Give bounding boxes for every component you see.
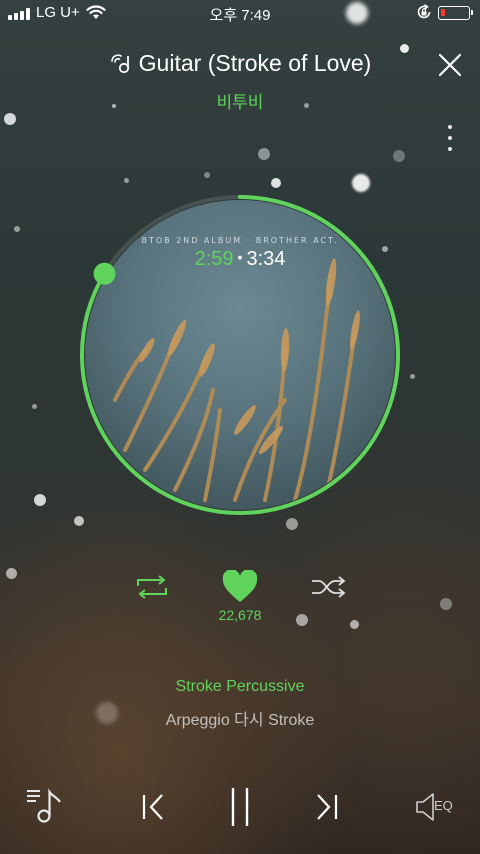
shuffle-icon bbox=[312, 576, 346, 598]
song-title: Guitar (Stroke of Love) bbox=[109, 50, 372, 77]
equalizer-button[interactable]: EQ bbox=[414, 790, 462, 824]
pause-button[interactable] bbox=[226, 786, 254, 828]
status-bar: LG U+ 오후 7:49 bbox=[0, 0, 480, 26]
rotation-lock-icon bbox=[417, 4, 431, 19]
close-icon bbox=[438, 53, 462, 77]
like-count: 22,678 bbox=[218, 607, 262, 623]
close-button[interactable] bbox=[436, 51, 464, 79]
previous-button[interactable] bbox=[140, 792, 168, 822]
pause-icon bbox=[231, 788, 249, 826]
heart-icon bbox=[222, 569, 258, 602]
status-time: 오후 7:49 bbox=[209, 7, 271, 24]
next-icon bbox=[317, 794, 338, 820]
progress-ring[interactable] bbox=[78, 193, 402, 517]
lyric-current-line[interactable]: Stroke Percussive bbox=[0, 678, 480, 696]
song-title-row: Guitar (Stroke of Love) bbox=[0, 50, 480, 80]
guitar-icon bbox=[110, 53, 129, 73]
artist-name[interactable]: 비투비 bbox=[0, 88, 480, 113]
previous-icon bbox=[142, 794, 163, 820]
eq-label: EQ bbox=[434, 798, 453, 813]
more-icon bbox=[448, 125, 452, 129]
shuffle-button[interactable] bbox=[310, 574, 348, 600]
speaker-icon bbox=[416, 793, 434, 821]
more-options-button[interactable] bbox=[440, 122, 460, 154]
battery-icon bbox=[438, 6, 473, 20]
repeat-icon bbox=[137, 575, 167, 599]
playlist-icon bbox=[27, 788, 61, 823]
battery-level bbox=[441, 9, 445, 16]
song-title-text: Guitar (Stroke of Love) bbox=[138, 50, 372, 76]
repeat-button[interactable] bbox=[134, 574, 170, 600]
progress-knob[interactable] bbox=[93, 262, 116, 285]
playlist-button[interactable] bbox=[24, 786, 66, 826]
lyric-next-line[interactable]: Arpeggio 다시 Stroke bbox=[0, 706, 480, 730]
album-art-container[interactable]: BTOB 2ND ALBUM · BROTHER ACT. 2:59 • 3:34 bbox=[78, 193, 402, 517]
next-button[interactable] bbox=[312, 792, 340, 822]
like-button[interactable] bbox=[221, 569, 259, 604]
